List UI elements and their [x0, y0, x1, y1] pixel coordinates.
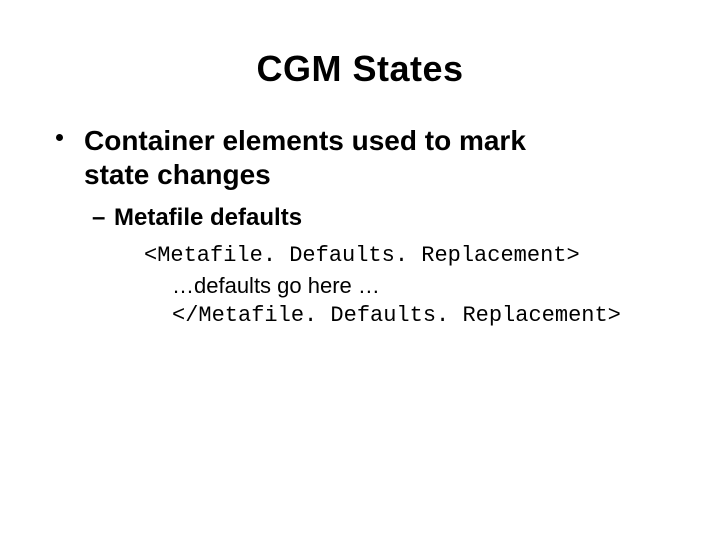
- bullet-1-line-1: Container elements used to mark: [84, 125, 526, 156]
- bullet-level-1: Container elements used to mark state ch…: [48, 124, 672, 191]
- code-body: …defaults go here …: [144, 271, 672, 301]
- slide-title: CGM States: [0, 0, 720, 90]
- bullet-dash-icon: –: [92, 203, 105, 233]
- bullet-dot-icon: [56, 134, 63, 141]
- bullet-2-text: Metafile defaults: [114, 204, 302, 231]
- code-example: <Metafile. Defaults. Replacement> …defau…: [48, 241, 672, 330]
- slide: CGM States Container elements used to ma…: [0, 0, 720, 540]
- bullet-level-2: – Metafile defaults: [48, 203, 672, 233]
- bullet-1-line-2: state changes: [84, 159, 271, 190]
- slide-body: Container elements used to mark state ch…: [0, 90, 720, 330]
- code-open-tag: <Metafile. Defaults. Replacement>: [144, 241, 672, 271]
- code-close-tag: </Metafile. Defaults. Replacement>: [144, 301, 672, 331]
